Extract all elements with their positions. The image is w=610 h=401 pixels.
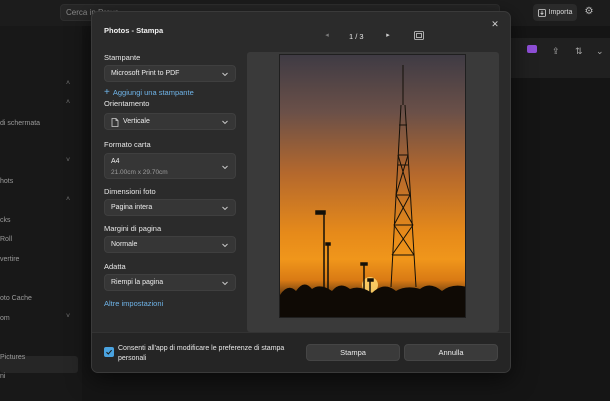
page-portrait-icon [111, 118, 119, 127]
chevron-left-icon[interactable]: ◂ [321, 31, 333, 39]
sidebar-item[interactable]: om [0, 315, 10, 322]
copilot-icon[interactable] [527, 45, 537, 53]
margins-value: Normale [111, 241, 138, 248]
more-icon[interactable]: ⌄ [596, 46, 604, 57]
page-indicator: 1 / 3 [349, 32, 364, 41]
close-icon[interactable]: ✕ [488, 17, 502, 31]
orientation-select[interactable]: Verticale [104, 113, 236, 130]
photo-size-select[interactable]: Pagina intera [104, 199, 236, 216]
paper-size-select[interactable]: A4 21.00cm x 29.70cm [104, 153, 236, 179]
orientation-label: Orientamento [104, 99, 150, 108]
fit-select[interactable]: Riempi la pagina [104, 274, 236, 291]
sidebar-item[interactable]: vertire [0, 256, 19, 263]
checkmark-icon [106, 349, 113, 355]
chevron-down-icon[interactable]: ˅ [66, 157, 70, 164]
chevron-down-icon[interactable]: ˅ [66, 313, 70, 320]
chevron-down-icon [221, 204, 229, 212]
chevron-up-icon[interactable]: ˄ [66, 99, 70, 106]
preferences-checkbox[interactable] [104, 347, 114, 357]
sort-icon[interactable]: ⇅ [575, 46, 583, 57]
share-icon[interactable]: ⇪ [552, 46, 560, 57]
chevron-up-icon[interactable]: ˄ [66, 196, 70, 203]
add-printer-link[interactable]: + Aggiungi una stampante [104, 86, 194, 98]
sidebar: di schermata hots cks Roll vertire oto C… [0, 26, 82, 401]
fit-value: Riempi la pagina [111, 279, 164, 286]
dialog-footer: Consenti all'app di modificare le prefer… [92, 332, 510, 372]
fit-screen-icon[interactable] [414, 31, 424, 40]
more-settings-link[interactable]: Altre impostazioni [104, 299, 163, 308]
orientation-value: Verticale [123, 118, 150, 125]
margins-label: Margini di pagina [104, 224, 162, 233]
sidebar-item[interactable]: ni [0, 373, 5, 380]
dialog-title: Photos - Stampa [104, 26, 164, 35]
tower-silhouette [280, 65, 465, 317]
printer-label: Stampante [104, 53, 141, 62]
preferences-checkbox-label: Consenti all'app di modificare le prefer… [118, 345, 285, 362]
import-label: Importa [548, 9, 573, 16]
chevron-down-icon [221, 279, 229, 287]
photo-size-label: Dimensioni foto [104, 187, 156, 196]
chevron-up-icon[interactable]: ˄ [66, 80, 70, 87]
print-dialog: Photos - Stampa ✕ Stampante Microsoft Pr… [91, 11, 511, 373]
settings-gear-icon[interactable]: ⚙ [583, 6, 595, 18]
add-printer-label: Aggiungi una stampante [112, 88, 194, 97]
sidebar-item[interactable]: di schermata [0, 120, 40, 127]
paper-size-label: Formato carta [104, 140, 151, 149]
photo-size-value: Pagina intera [111, 204, 153, 211]
printer-value: Microsoft Print to PDF [111, 70, 180, 77]
chevron-down-icon [221, 70, 229, 78]
sidebar-item[interactable]: oto Cache [0, 295, 32, 302]
chevron-down-icon [221, 163, 229, 171]
chevron-down-icon [221, 241, 229, 249]
sidebar-item[interactable]: cks [0, 217, 11, 224]
chevron-right-icon[interactable]: ▸ [382, 31, 394, 39]
margins-select[interactable]: Normale [104, 236, 236, 253]
paper-size-detail: 21.00cm x 29.70cm [111, 169, 168, 176]
paper-size-value: A4 [111, 158, 120, 165]
photo-preview-image [279, 54, 466, 318]
sidebar-item[interactable]: Roll [0, 236, 12, 243]
fit-label: Adatta [104, 262, 126, 271]
plus-icon: + [104, 86, 110, 98]
sidebar-item[interactable]: hots [0, 178, 13, 185]
import-button[interactable]: Importa [533, 4, 577, 21]
main-toolbar [510, 38, 610, 78]
chevron-down-icon [221, 118, 229, 126]
sidebar-item[interactable]: Pictures [0, 354, 25, 361]
printer-select[interactable]: Microsoft Print to PDF [104, 65, 236, 82]
cancel-button[interactable]: Annulla [404, 344, 498, 361]
print-button[interactable]: Stampa [306, 344, 400, 361]
import-icon [537, 8, 546, 17]
